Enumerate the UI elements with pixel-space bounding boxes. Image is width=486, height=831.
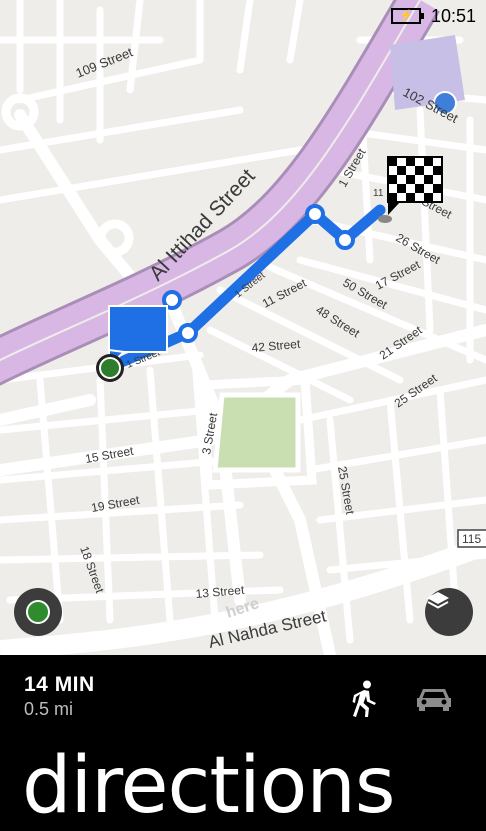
- road-shield-label: 115: [462, 532, 481, 546]
- start-marker[interactable]: [96, 354, 124, 382]
- route-waypoint: [305, 204, 325, 224]
- drive-mode-button[interactable]: [414, 679, 454, 719]
- my-location-icon: [26, 600, 50, 624]
- page-title: directions: [22, 741, 395, 831]
- layers-icon: [427, 592, 449, 609]
- route-street-label: 11: [373, 188, 384, 199]
- status-time: 10:51: [430, 5, 476, 26]
- battery-charging-icon: ⚡: [390, 8, 424, 24]
- park-area: [212, 392, 301, 473]
- map-view[interactable]: 115 109 Street 102 Street Al Ittihad Str…: [0, 0, 486, 655]
- route-waypoint: [178, 323, 198, 343]
- route-waypoint: [335, 230, 355, 250]
- walk-mode-button[interactable]: [344, 679, 384, 719]
- map-layers-button[interactable]: [425, 588, 473, 636]
- walking-icon: [352, 680, 376, 717]
- my-location-button[interactable]: [14, 588, 62, 636]
- battery-glyph: ⚡: [399, 9, 413, 22]
- car-icon: [417, 689, 451, 711]
- route-summary-panel: 14 MIN 0.5 mi directions: [0, 655, 486, 825]
- status-bar: ⚡ 10:51: [390, 0, 486, 32]
- map-canvas[interactable]: 115 109 Street 102 Street Al Ittihad Str…: [0, 0, 486, 655]
- route-distance: 0.5 mi: [24, 699, 74, 719]
- route-duration: 14 MIN: [24, 673, 95, 696]
